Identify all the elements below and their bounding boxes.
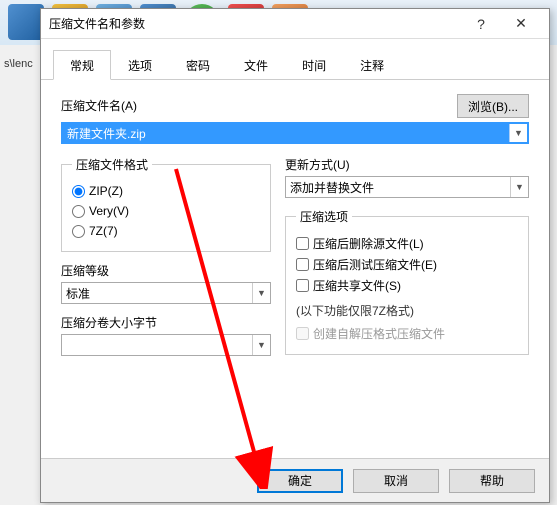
split-label: 压缩分卷大小字节 xyxy=(61,314,271,331)
format-zip[interactable]: ZIP(Z) xyxy=(72,181,260,201)
filename-combo[interactable]: ▼ xyxy=(61,122,529,144)
help-button[interactable]: ? xyxy=(461,10,501,38)
checkbox-sfx xyxy=(296,327,309,340)
radio-very[interactable] xyxy=(72,205,85,218)
options-fieldset: 压缩选项 压缩后删除源文件(L) 压缩后测试压缩文件(E) 压缩共享文件(S) … xyxy=(285,208,529,355)
format-very[interactable]: Very(V) xyxy=(72,201,260,221)
opt-sfx: 创建自解压格式压缩文件 xyxy=(296,323,518,344)
tab-time[interactable]: 时间 xyxy=(285,50,343,80)
tab-password[interactable]: 密码 xyxy=(169,50,227,80)
chevron-down-icon[interactable]: ▼ xyxy=(509,124,527,142)
level-label: 压缩等级 xyxy=(61,262,271,279)
radio-zip[interactable] xyxy=(72,185,85,198)
format-7z[interactable]: 7Z(7) xyxy=(72,221,260,241)
cancel-button[interactable]: 取消 xyxy=(353,469,439,493)
radio-7z[interactable] xyxy=(72,225,85,238)
chevron-down-icon[interactable]: ▼ xyxy=(510,177,528,197)
titlebar: 压缩文件名和参数 ? ✕ xyxy=(41,9,549,39)
browse-button[interactable]: 浏览(B)... xyxy=(457,94,529,118)
tab-general[interactable]: 常规 xyxy=(53,50,111,80)
opt-delete-after-label: 压缩后删除源文件(L) xyxy=(313,235,424,252)
toolbar-icon xyxy=(8,4,44,40)
filename-input[interactable] xyxy=(63,124,509,142)
filename-label: 压缩文件名(A) xyxy=(61,97,447,114)
help-button-footer[interactable]: 帮助 xyxy=(449,469,535,493)
checkbox-delete-after[interactable] xyxy=(296,237,309,250)
split-combo[interactable]: ▼ xyxy=(61,334,271,356)
checkbox-share[interactable] xyxy=(296,279,309,292)
format-zip-label: ZIP(Z) xyxy=(89,184,123,198)
update-label: 更新方式(U) xyxy=(285,156,529,173)
opt-share-label: 压缩共享文件(S) xyxy=(313,277,401,294)
options-legend: 压缩选项 xyxy=(296,208,352,225)
options-note: (以下功能仅限7Z格式) xyxy=(296,302,518,319)
close-button[interactable]: ✕ xyxy=(501,10,541,38)
opt-test-after-label: 压缩后测试压缩文件(E) xyxy=(313,256,437,273)
opt-share[interactable]: 压缩共享文件(S) xyxy=(296,275,518,296)
update-combo[interactable]: ▼ xyxy=(285,176,529,198)
tab-bar: 常规 选项 密码 文件 时间 注释 xyxy=(41,43,549,80)
dialog-title: 压缩文件名和参数 xyxy=(49,15,461,32)
opt-test-after[interactable]: 压缩后测试压缩文件(E) xyxy=(296,254,518,275)
dialog-footer: 确定 取消 帮助 xyxy=(41,458,549,502)
tab-comment[interactable]: 注释 xyxy=(343,50,401,80)
ok-button[interactable]: 确定 xyxy=(257,469,343,493)
tab-options[interactable]: 选项 xyxy=(111,50,169,80)
breadcrumb: s\lenc xyxy=(4,58,33,70)
chevron-down-icon[interactable]: ▼ xyxy=(252,335,270,355)
chevron-down-icon[interactable]: ▼ xyxy=(252,283,270,303)
opt-delete-after[interactable]: 压缩后删除源文件(L) xyxy=(296,233,518,254)
format-fieldset: 压缩文件格式 ZIP(Z) Very(V) 7Z(7) xyxy=(61,156,271,252)
opt-sfx-label: 创建自解压格式压缩文件 xyxy=(313,325,445,342)
split-input[interactable] xyxy=(62,335,252,355)
level-input[interactable] xyxy=(62,283,252,303)
tab-files[interactable]: 文件 xyxy=(227,50,285,80)
compress-dialog: 压缩文件名和参数 ? ✕ 常规 选项 密码 文件 时间 注释 压缩文件名(A) … xyxy=(40,8,550,503)
update-input[interactable] xyxy=(286,177,510,197)
checkbox-test-after[interactable] xyxy=(296,258,309,271)
format-very-label: Very(V) xyxy=(89,204,129,218)
level-combo[interactable]: ▼ xyxy=(61,282,271,304)
format-7z-label: 7Z(7) xyxy=(89,224,118,238)
format-legend: 压缩文件格式 xyxy=(72,156,152,173)
